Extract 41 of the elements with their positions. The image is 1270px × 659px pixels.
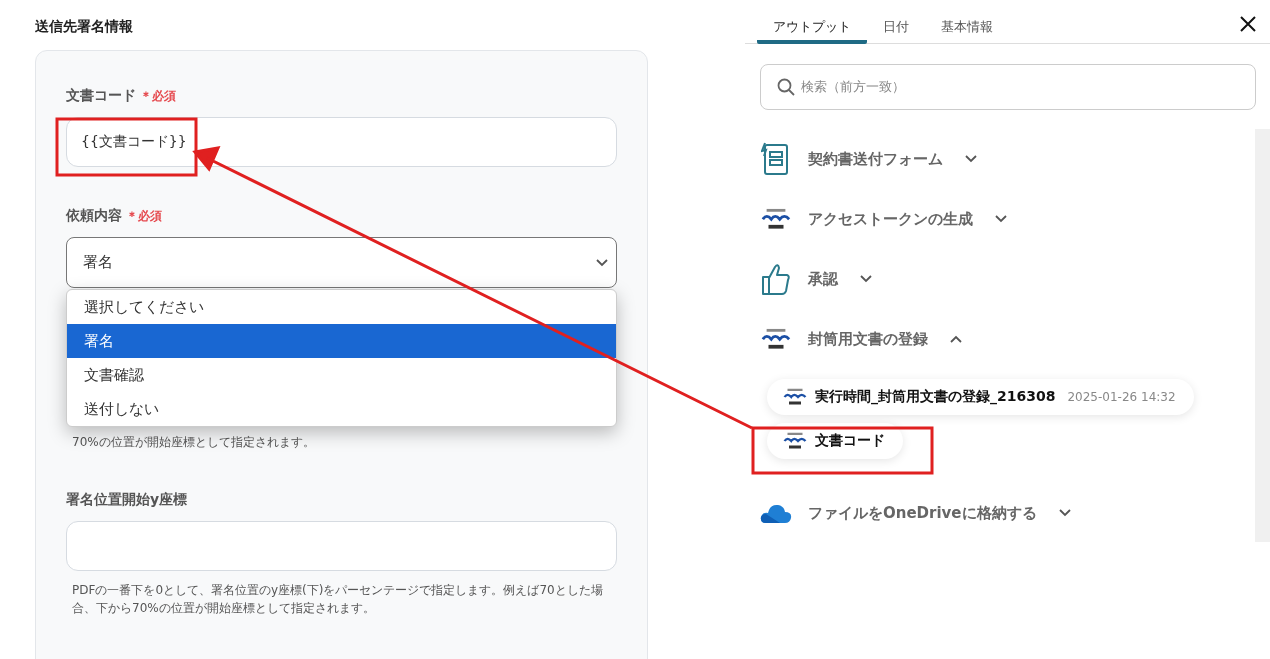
logo-icon — [761, 327, 791, 351]
chevron-icon — [1058, 509, 1071, 517]
chevron-icon — [860, 275, 872, 283]
tab[interactable]: 日付 — [867, 0, 925, 44]
close-icon[interactable] — [1240, 16, 1256, 32]
dropdown-option[interactable]: 文書確認 — [67, 358, 616, 392]
text-field[interactable] — [66, 521, 617, 571]
logo-icon — [783, 432, 807, 450]
output-chip[interactable]: 実行時間_封筒用文書の登録_216308 2025-01-26 14:32 — [767, 379, 1194, 415]
group-title[interactable]: 封筒用文書の登録 — [808, 329, 928, 349]
help-text: PDFの一番下を0として、署名位置のy座標(下)をパーセンテージで指定します。例えば70とした場合、下から70%の位置が開始座標として指定されます。 — [71, 582, 604, 617]
group-title[interactable]: 承認 — [808, 269, 838, 289]
section-title: 送信先署名情報 — [35, 18, 134, 36]
chevron-icon — [995, 215, 1007, 223]
chevron-icon — [950, 335, 962, 343]
text-field[interactable]: {{文書コード}} — [66, 117, 617, 167]
cloud-icon — [760, 502, 792, 524]
group-title[interactable]: 契約書送付フォーム — [808, 149, 943, 169]
search-icon — [777, 78, 795, 96]
dropdown-option[interactable]: 送付しない — [67, 392, 616, 426]
required-label: ＊必須 — [140, 88, 176, 105]
dropdown-option[interactable]: 署名 — [67, 324, 616, 358]
form-icon — [761, 142, 791, 176]
search-placeholder: 検索（前方一致） — [801, 78, 905, 96]
help-text: 70%の位置が開始座標として指定されます。 — [71, 434, 316, 451]
select-field[interactable]: 署名 — [66, 237, 617, 288]
search-field[interactable]: 検索（前方一致） — [760, 64, 1256, 110]
chevron-icon — [965, 155, 977, 163]
logo-icon — [783, 388, 807, 406]
group-title[interactable]: アクセストークンの生成 — [808, 209, 973, 229]
required-label: ＊必須 — [126, 208, 162, 225]
dropdown-option[interactable]: 選択してください — [67, 290, 616, 324]
logo-icon — [761, 207, 791, 231]
tab[interactable]: 基本情報 — [925, 0, 1009, 44]
group-title[interactable]: ファイルをOneDriveに格納する — [808, 503, 1037, 523]
field-label: 依頼内容 — [66, 207, 122, 225]
thumbs-up-icon — [761, 262, 791, 296]
chevron-icon — [596, 258, 608, 267]
tab[interactable]: アウトプット — [757, 0, 867, 44]
field-label: 署名位置開始y座標 — [66, 491, 188, 509]
field-label: 文書コード — [66, 87, 136, 105]
